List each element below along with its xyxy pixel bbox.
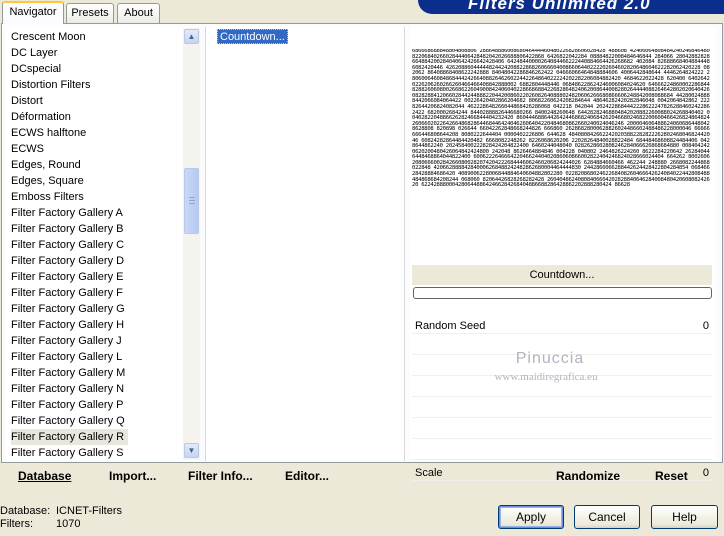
filter-category-item[interactable]: DCspecial [11,61,65,77]
parameter-label: Random Seed [415,320,486,332]
parameter-value: 0 [702,320,709,332]
app-title: Filters Unlimited 2.0 [468,0,651,13]
scroll-up-arrow-icon[interactable]: ▲ [184,29,199,44]
scroll-thumb[interactable] [184,168,199,234]
database-status-value: ICNET-Filters [56,505,122,517]
progress-bar [413,287,712,299]
filter-category-item[interactable]: Filter Factory Gallery F [11,285,127,301]
parameter-value: 0 [702,467,709,479]
filter-category-item[interactable]: Filter Factory Gallery S [11,445,127,461]
filter-category-item[interactable]: Filter Factory Gallery P [11,397,127,413]
filters-count-value: 1070 [56,518,81,530]
filter-category-item[interactable]: Distortion Filters [11,77,94,93]
filter-category-item[interactable]: Edges, Square [11,173,88,189]
filter-category-item[interactable]: Filter Factory Gallery Q [11,413,129,429]
filter-category-item[interactable]: Filter Factory Gallery N [11,381,128,397]
editor-button[interactable]: Editor... [285,468,329,484]
tab-about[interactable]: About [117,3,160,23]
filter-category-item[interactable]: Crescent Moon [11,29,90,45]
filter-category-item[interactable]: Déformation [11,109,75,125]
parameter-row[interactable] [412,423,712,439]
filter-category-item[interactable]: Distort [11,93,47,109]
reset-button[interactable]: Reset [655,468,688,484]
filter-category-item[interactable]: Filter Factory Gallery G [11,301,129,317]
filter-category-item[interactable]: Filter Factory Gallery B [11,221,127,237]
preview-image: 686668688848804808806 288648886008680464… [412,49,712,235]
filter-category-item[interactable]: Filter Factory Gallery E [11,269,127,285]
effect-list[interactable] [205,27,405,461]
scroll-down-arrow-icon[interactable]: ▼ [184,443,199,458]
effect-item-countdown[interactable]: Countdown... [217,29,288,44]
parameter-row[interactable] [412,444,712,460]
filter-category-item[interactable]: Filter Factory Gallery D [11,253,128,269]
tab-presets[interactable]: Presets [66,3,114,23]
apply-button[interactable]: Apply [498,505,564,529]
filter-category-item[interactable]: Filter Factory Gallery H [11,317,128,333]
parameter-label: Scale [415,467,443,479]
filter-category-item[interactable]: Filter Factory Gallery C [11,237,128,253]
filter-category-item[interactable]: DC Layer [11,45,61,61]
parameter-row[interactable] [412,381,712,397]
parameter-row[interactable]: Random Seed 0 [412,318,712,334]
randomize-button[interactable]: Randomize [556,468,620,484]
effect-name-button[interactable]: Countdown... [412,264,712,285]
watermark-title: Pinuccia [515,350,585,367]
filters-status-label: Filters: [0,518,33,530]
cancel-button[interactable]: Cancel [574,505,640,529]
filter-category-item[interactable]: Edges, Round [11,157,85,173]
filter-category-item[interactable]: Filter Factory Gallery M [11,365,129,381]
filter-category-item[interactable]: Filter Factory Gallery R [11,429,129,445]
filter-category-item[interactable]: ECWS halftone [11,125,90,141]
parameter-row[interactable] [412,402,712,418]
filter-info-button[interactable]: Filter Info... [188,468,253,484]
watermark-url: www.maidiregrafica.eu [494,371,598,383]
filter-category-item[interactable]: Filter Factory Gallery L [11,349,126,365]
app-title-banner: Filters Unlimited 2.0 [418,0,724,14]
filter-category-item[interactable]: Filter Factory Gallery J [11,333,126,349]
filter-list-scrollbar[interactable]: ▲ ▼ [183,28,200,460]
database-status-label: Database: [0,505,51,517]
filter-category-list[interactable]: Crescent Moon DC Layer DCspecial Distortion… [6,27,200,461]
import-button[interactable]: Import... [109,468,156,484]
filter-category-item[interactable]: Filter Factory Gallery A [11,205,127,221]
database-button[interactable]: Database [18,468,71,484]
tab-navigator[interactable]: Navigator [2,1,64,24]
filter-category-item[interactable]: Emboss Filters [11,189,88,205]
help-button[interactable]: Help [651,505,718,529]
filter-category-item[interactable]: ECWS [11,141,48,157]
